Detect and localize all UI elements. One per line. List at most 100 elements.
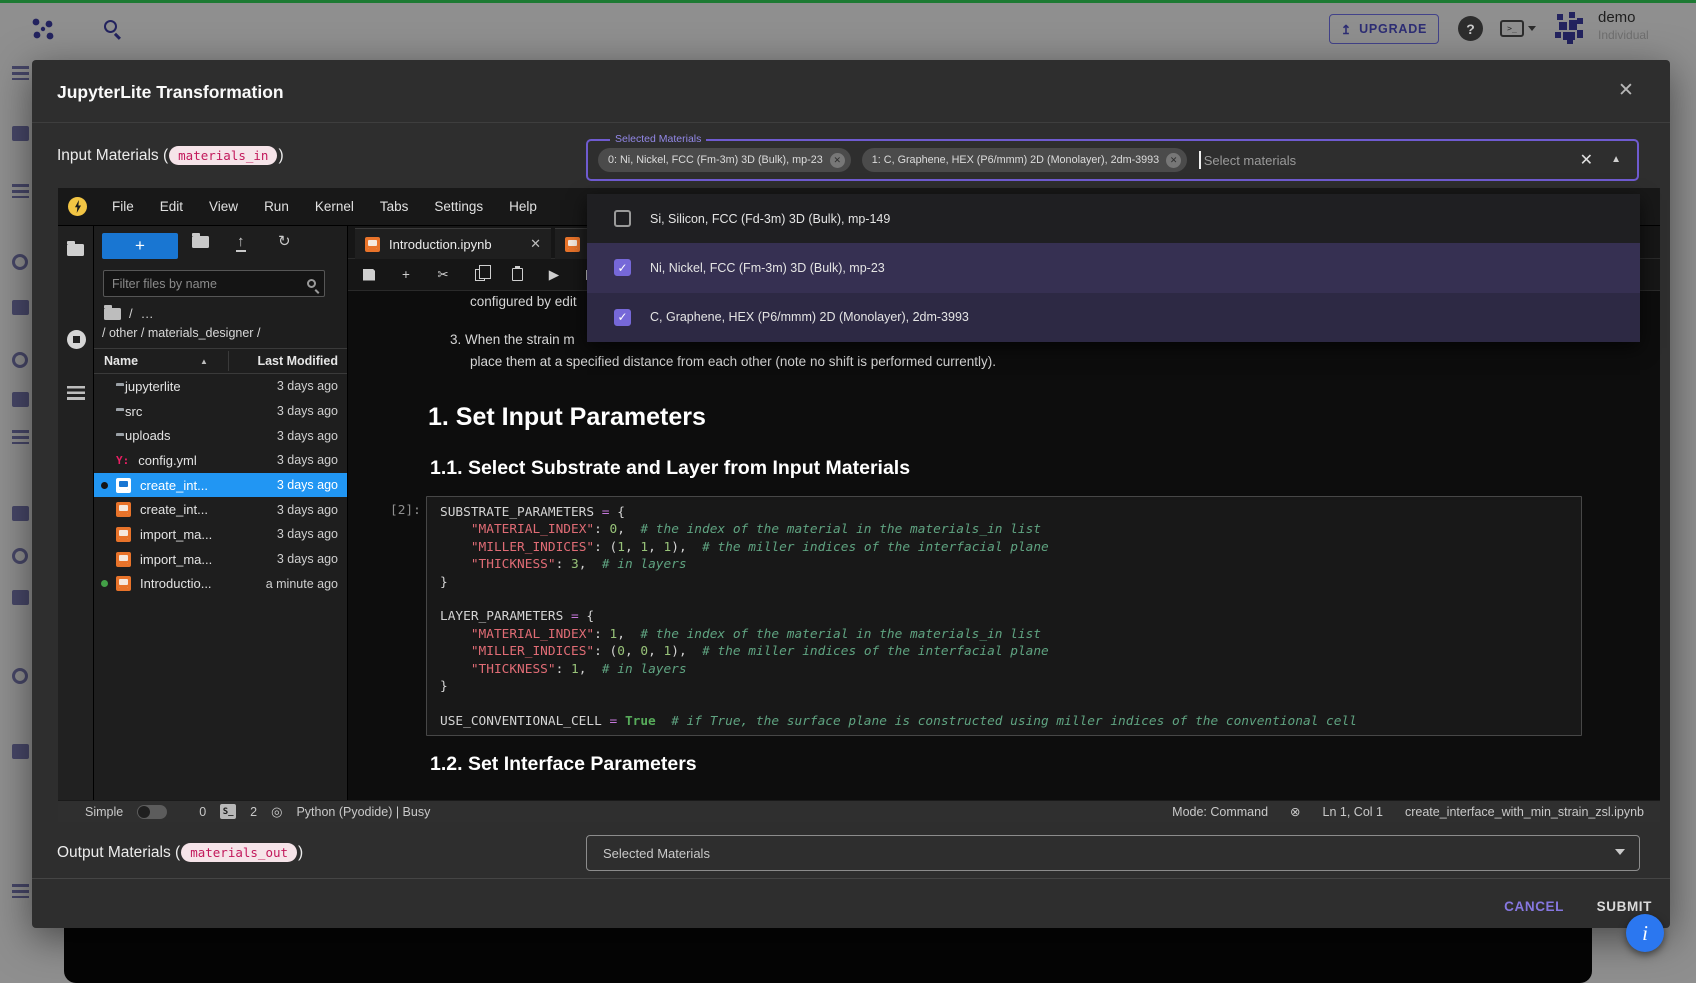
file-row[interactable]: create_int...3 days ago xyxy=(94,497,347,522)
file-modified: 3 days ago xyxy=(277,404,338,418)
file-row[interactable]: Introductio...a minute ago xyxy=(94,572,347,597)
code-line: SUBSTRATE_PARAMETERS = { xyxy=(440,504,1568,521)
run-icon[interactable]: ▶ xyxy=(546,267,562,283)
checkbox[interactable] xyxy=(614,210,631,227)
refresh-icon[interactable]: ↻ xyxy=(278,232,291,250)
clear-icon[interactable]: ✕ xyxy=(1580,150,1593,170)
checkbox-checked[interactable]: ✓ xyxy=(614,309,631,326)
kernels-count[interactable]: 2 xyxy=(250,805,257,819)
table-of-contents-icon[interactable] xyxy=(67,386,85,400)
upload-icon[interactable]: ↑ xyxy=(236,233,246,252)
simple-mode-toggle[interactable] xyxy=(137,805,167,819)
menu-item-file[interactable]: File xyxy=(99,199,147,214)
user-name: demo xyxy=(1598,9,1649,26)
chevron-down-icon xyxy=(1528,26,1536,31)
yaml-icon: Y: xyxy=(116,454,129,467)
footer-divider xyxy=(32,878,1670,879)
chip-delete-icon[interactable]: ✕ xyxy=(830,153,845,168)
file-row[interactable]: jupyterlite 3 days ago xyxy=(94,374,347,399)
menu-item-edit[interactable]: Edit xyxy=(147,199,196,214)
dropdown-arrow-icon xyxy=(1615,849,1625,855)
mode-indicator[interactable]: Mode: Command xyxy=(1172,805,1268,819)
sidebar-icon xyxy=(12,430,29,444)
file-row[interactable]: src3 days ago xyxy=(94,399,347,424)
code-cell[interactable]: SUBSTRATE_PARAMETERS = { "MATERIAL_INDEX… xyxy=(426,496,1582,736)
user-info[interactable]: demo Individual xyxy=(1598,9,1649,42)
tab-close-icon[interactable]: ✕ xyxy=(530,236,541,252)
avatar[interactable] xyxy=(1549,8,1589,48)
file-row[interactable]: import_ma...3 days ago xyxy=(94,522,347,547)
sidebar-icon xyxy=(12,744,29,759)
terminal-icon: >_ xyxy=(1500,20,1524,37)
selected-materials-field[interactable]: Selected Materials 0: Ni, Nickel, FCC (F… xyxy=(586,139,1639,181)
console-menu-button[interactable]: >_ xyxy=(1500,20,1536,37)
file-name: create_int... xyxy=(140,502,208,517)
info-button[interactable]: i xyxy=(1626,914,1664,952)
sidebar-icon xyxy=(12,352,28,368)
menu-item-help[interactable]: Help xyxy=(496,199,550,214)
breadcrumb[interactable]: / … xyxy=(104,306,154,321)
menu-item-kernel[interactable]: Kernel xyxy=(302,199,367,214)
file-row[interactable]: uploads3 days ago xyxy=(94,423,347,448)
paste-icon[interactable] xyxy=(509,268,525,281)
search-icon[interactable] xyxy=(104,20,117,33)
cursor-position[interactable]: Ln 1, Col 1 xyxy=(1323,805,1383,819)
sidebar-icon xyxy=(12,668,28,684)
sidebar-icon xyxy=(12,506,29,521)
dropdown-option[interactable]: Si, Silicon, FCC (Fd-3m) 3D (Bulk), mp-1… xyxy=(587,194,1640,243)
menu-item-tabs[interactable]: Tabs xyxy=(367,199,422,214)
jupyter-statusbar: Simple 0 S_ 2 ◎ Python (Pyodide) | Busy … xyxy=(58,800,1660,822)
sidebar-icon xyxy=(12,548,28,564)
chip-delete-icon[interactable]: ✕ xyxy=(1166,153,1181,168)
kernel-status[interactable]: Python (Pyodide) | Busy xyxy=(296,805,430,819)
file-modified: 3 days ago xyxy=(277,478,338,492)
copy-icon[interactable] xyxy=(472,269,488,281)
menu-item-settings[interactable]: Settings xyxy=(421,199,496,214)
file-list-header[interactable]: Name ▲ Last Modified xyxy=(94,348,347,374)
collapse-arrow-icon[interactable]: ▲ xyxy=(1611,154,1621,165)
menu-item-view[interactable]: View xyxy=(196,199,251,214)
app-logo-icon[interactable] xyxy=(30,16,56,42)
upgrade-button[interactable]: ↥ UPGRADE xyxy=(1329,14,1439,44)
checkbox-checked[interactable]: ✓ xyxy=(614,259,631,276)
close-icon[interactable]: ✕ xyxy=(1612,76,1640,104)
code-line xyxy=(440,695,1568,712)
terminals-count[interactable]: 0 xyxy=(199,805,206,819)
selected-material-chips: 0: Ni, Nickel, FCC (Fm-3m) 3D (Bulk), mp… xyxy=(598,148,1187,172)
cut-icon[interactable]: ✂ xyxy=(435,267,451,283)
file-modified: 3 days ago xyxy=(277,379,338,393)
header-divider xyxy=(32,122,1670,123)
add-cell-icon[interactable]: + xyxy=(398,267,414,282)
new-folder-icon[interactable] xyxy=(192,236,209,248)
material-chip[interactable]: 1: C, Graphene, HEX (P6/mmm) 2D (Monolay… xyxy=(862,148,1187,172)
file-browser-icon[interactable] xyxy=(67,244,84,256)
dropdown-option[interactable]: ✓Ni, Nickel, FCC (Fm-3m) 3D (Bulk), mp-2… xyxy=(587,243,1640,292)
notebook-icon xyxy=(116,478,131,493)
save-icon[interactable] xyxy=(361,269,377,281)
active-filename: create_interface_with_min_strain_zsl.ipy… xyxy=(1405,805,1644,819)
running-kernels-icon[interactable] xyxy=(67,330,86,349)
filter-files-box[interactable] xyxy=(103,270,325,297)
file-name: create_int... xyxy=(140,478,208,493)
menu-item-run[interactable]: Run xyxy=(251,199,302,214)
cancel-button[interactable]: CANCEL xyxy=(1494,890,1574,922)
filter-files-input[interactable] xyxy=(112,277,307,291)
file-name: jupyterlite xyxy=(125,379,181,394)
select-materials-input[interactable] xyxy=(1204,153,1563,168)
field-label: Selected Materials xyxy=(610,133,706,145)
dropdown-option[interactable]: ✓ C, Graphene, HEX (P6/mmm) 2D (Monolayer… xyxy=(587,293,1640,342)
breadcrumb-path[interactable]: / other / materials_designer / xyxy=(102,326,260,340)
output-materials-select[interactable]: Selected Materials xyxy=(586,835,1640,871)
file-row[interactable]: import_ma...3 days ago xyxy=(94,547,347,572)
home-folder-icon[interactable] xyxy=(104,308,121,320)
kernel-icon: ◎ xyxy=(271,804,282,820)
running-dot-icon xyxy=(101,580,108,587)
material-chip[interactable]: 0: Ni, Nickel, FCC (Fm-3m) 3D (Bulk), mp… xyxy=(598,148,851,172)
file-row[interactable]: create_int... 3 days ago xyxy=(94,473,347,498)
tab-introduction[interactable]: Introduction.ipynb ✕ xyxy=(355,228,551,259)
new-launcher-button[interactable]: + xyxy=(102,233,178,259)
column-divider xyxy=(228,351,229,371)
file-row[interactable]: Y:config.yml3 days ago xyxy=(94,448,347,473)
dropdown-option-label: C, Graphene, HEX (P6/mmm) 2D (Monolayer)… xyxy=(650,310,969,324)
help-button[interactable]: ? xyxy=(1458,16,1483,41)
